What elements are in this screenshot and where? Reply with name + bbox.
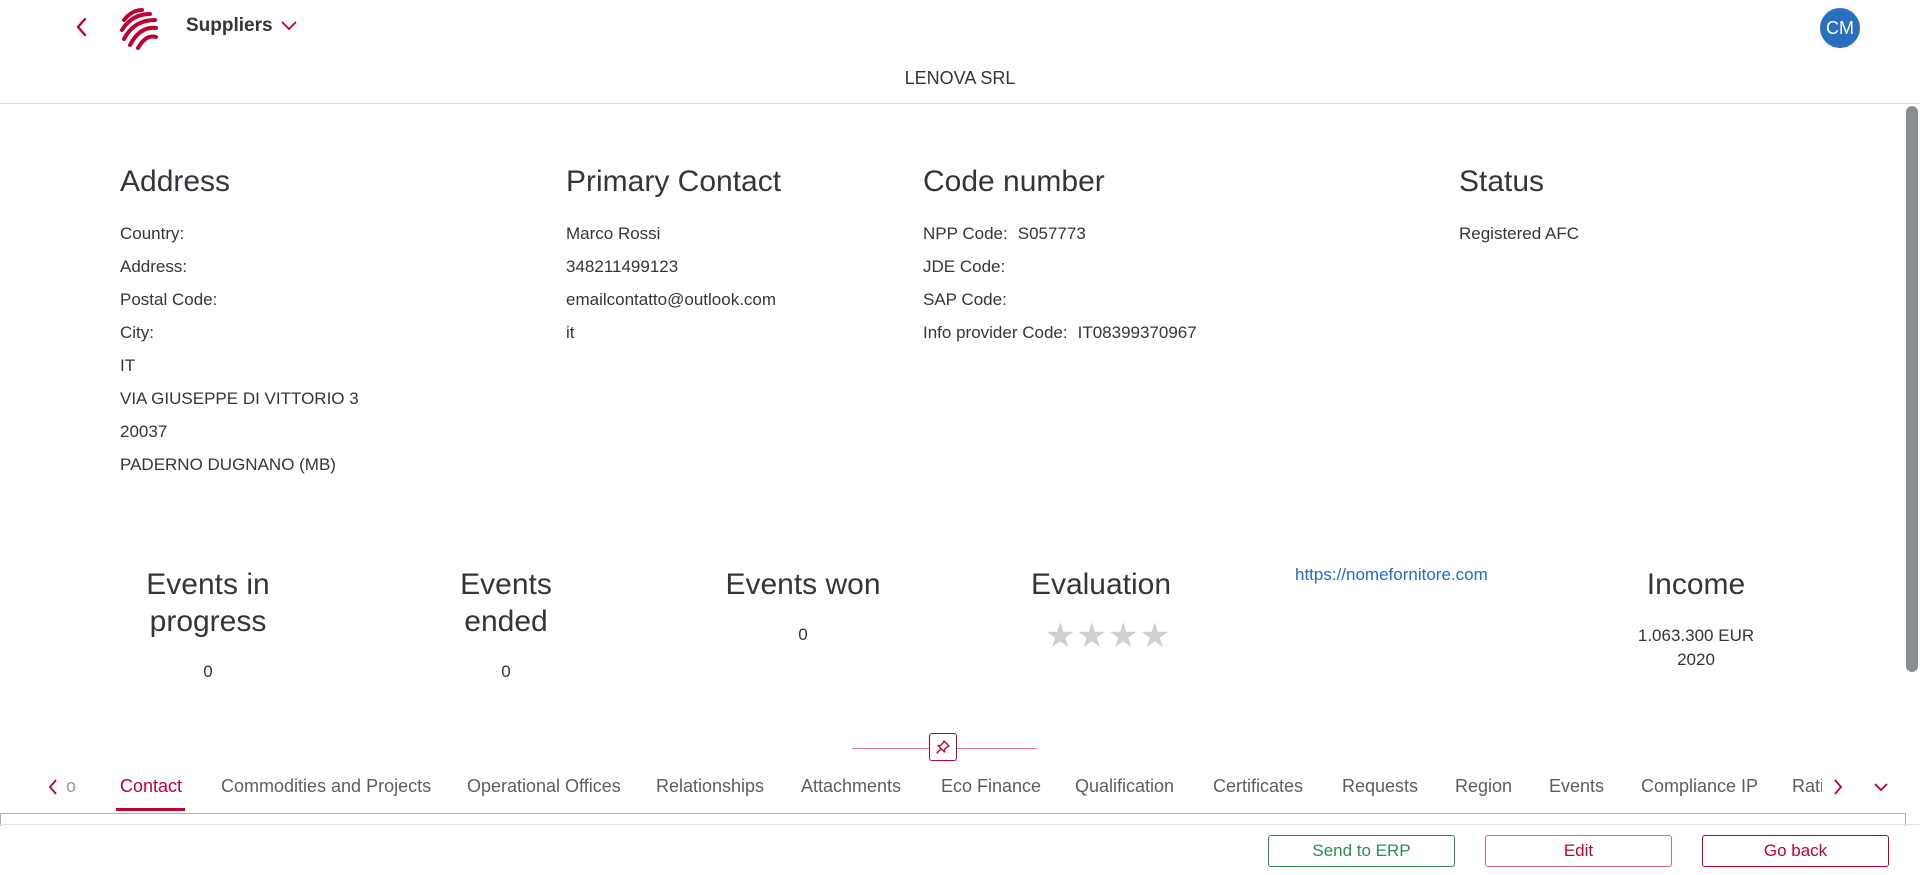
postal-code-label: Postal Code: [120, 290, 218, 309]
pin-icon [936, 740, 950, 754]
header-divider [0, 103, 1920, 104]
country-value: IT [120, 356, 136, 375]
user-avatar[interactable]: CM [1820, 8, 1860, 48]
go-back-button[interactable]: Go back [1702, 835, 1889, 867]
app-title-label: Suppliers [186, 15, 273, 36]
app-title-menu[interactable]: Suppliers [186, 15, 297, 37]
tab-eco-finance[interactable]: Eco Finance [941, 776, 1041, 797]
tabs-scroll-right-icon[interactable] [1831, 776, 1845, 803]
sap-code-row: SAP Code: [923, 290, 1017, 310]
star-icon: ★ [1045, 617, 1076, 655]
contact-email: emailcontatto@outlook.com [566, 290, 777, 309]
scrollbar-thumb[interactable] [1906, 106, 1918, 672]
footer-divider [0, 824, 1920, 825]
country-label: Country: [120, 224, 185, 243]
events-ended-title-line1: Events [460, 568, 552, 601]
npp-code-value: S057773 [1017, 224, 1086, 243]
info-provider-code-value: IT08399370967 [1077, 323, 1197, 342]
address-heading: Address [120, 165, 231, 198]
events-ended-value: 0 [501, 662, 511, 681]
code-number-heading: Code number [923, 165, 1105, 198]
jde-code-row: JDE Code: [923, 257, 1015, 277]
tab-requests[interactable]: Requests [1342, 776, 1418, 797]
sap-code-label: SAP Code: [923, 290, 1007, 309]
edit-button[interactable]: Edit [1485, 835, 1672, 867]
info-provider-code-label: Info provider Code: [923, 323, 1068, 342]
active-tab-indicator [116, 808, 185, 811]
tab-certificates[interactable]: Certificates [1213, 776, 1303, 797]
tab-qualification[interactable]: Qualification [1075, 776, 1174, 797]
tab-commodities-and-projects[interactable]: Commodities and Projects [221, 776, 431, 797]
npp-code-label: NPP Code: [923, 224, 1008, 243]
tab-relationships[interactable]: Relationships [656, 776, 764, 797]
events-ended-title-line2: ended [464, 605, 548, 638]
jde-code-label: JDE Code: [923, 257, 1006, 276]
tab-operational-offices[interactable]: Operational Offices [467, 776, 621, 797]
city-value: PADERNO DUGNANO (MB) [120, 455, 336, 474]
contact-language: it [566, 323, 575, 342]
star-icon: ★ [1107, 617, 1139, 655]
star-icon: ★ [1076, 617, 1107, 655]
address-value: VIA GIUSEPPE DI VITTORIO 3 [120, 389, 359, 408]
tab-attachments[interactable]: Attachments [801, 776, 901, 797]
income-year: 2020 [1677, 650, 1715, 669]
tab-region[interactable]: Region [1455, 776, 1512, 797]
tab-partial-right[interactable]: Rati [1792, 776, 1822, 797]
contact-name: Marco Rossi [566, 224, 661, 243]
tab-events[interactable]: Events [1549, 776, 1604, 797]
pin-divider-right [957, 748, 1037, 749]
events-in-progress-title-line2: progress [149, 605, 267, 638]
postal-code-value: 20037 [120, 422, 168, 441]
income-amount: 1.063.300 EUR [1637, 626, 1755, 645]
city-label: City: [120, 323, 154, 342]
npp-code-row: NPP Code: S057773 [923, 224, 1086, 244]
send-to-erp-button[interactable]: Send to ERP [1268, 835, 1455, 867]
primary-contact-heading: Primary Contact [566, 165, 782, 198]
contact-phone: 348211499123 [566, 257, 679, 276]
tab-contact[interactable]: Contact [120, 776, 182, 797]
tabs-scroll-left-icon[interactable] [46, 776, 60, 803]
pin-header-button[interactable] [929, 733, 957, 761]
events-won-value: 0 [798, 625, 808, 644]
events-ended-title: Events ended [406, 566, 606, 640]
evaluation-title: Evaluation [1030, 568, 1172, 601]
events-in-progress-title: Events in progress [108, 566, 308, 640]
events-in-progress-title-line1: Events in [146, 568, 270, 601]
back-arrow-icon[interactable] [72, 14, 92, 40]
tab-compliance-ip[interactable]: Compliance IP [1641, 776, 1758, 797]
address-label: Address: [120, 257, 188, 276]
star-icon: ★ [1139, 617, 1170, 655]
tab-partial-left[interactable]: o [66, 776, 76, 797]
events-in-progress-value: 0 [203, 662, 213, 681]
events-won-title: Events won [725, 568, 881, 601]
status-value: Registered AFC [1459, 224, 1579, 243]
website-link[interactable]: https://nomefornitore.com [1295, 565, 1488, 585]
company-logo [118, 6, 160, 50]
info-provider-code-row: Info provider Code: IT08399370967 [923, 323, 1197, 343]
chevron-down-icon [280, 21, 297, 31]
tabs-overflow-chevron-down-icon[interactable] [1873, 780, 1889, 798]
income-title: Income [1646, 568, 1746, 601]
object-title: LENOVA SRL [904, 68, 1016, 88]
pin-divider-left [852, 748, 930, 749]
evaluation-stars: ★ ★ ★ ★ [1045, 618, 1171, 654]
status-heading: Status [1459, 165, 1545, 198]
